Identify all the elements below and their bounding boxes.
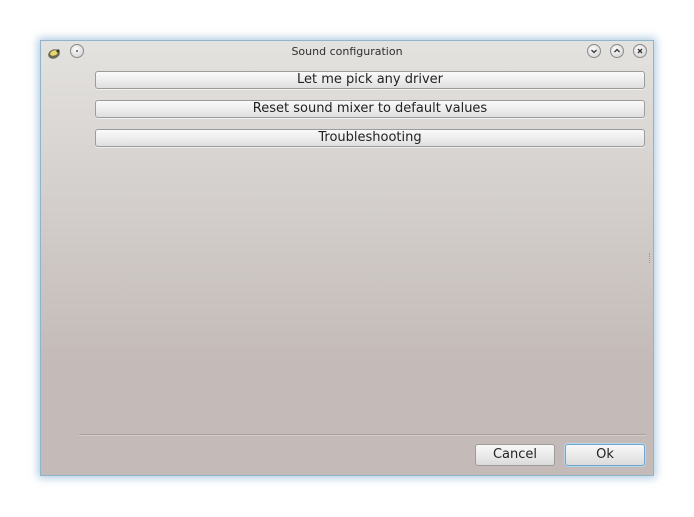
pick-any-driver-button[interactable]: Let me pick any driver [95,71,645,89]
cancel-button[interactable]: Cancel [475,444,555,466]
reset-sound-mixer-button[interactable]: Reset sound mixer to default values [95,100,645,118]
chevron-up-icon[interactable] [610,44,624,58]
title-bar[interactable]: Sound configuration [41,41,653,63]
footer-separator [79,434,646,436]
close-icon[interactable] [633,44,647,58]
resize-grip-icon[interactable] [644,466,652,474]
window-title: Sound configuration [291,45,403,58]
troubleshooting-button[interactable]: Troubleshooting [95,129,645,147]
window-edge-grip[interactable] [649,253,652,263]
sound-configuration-window: Sound configuration Let me pick any driv… [40,40,654,476]
ok-button[interactable]: Ok [565,444,645,466]
chevron-down-icon[interactable] [587,44,601,58]
